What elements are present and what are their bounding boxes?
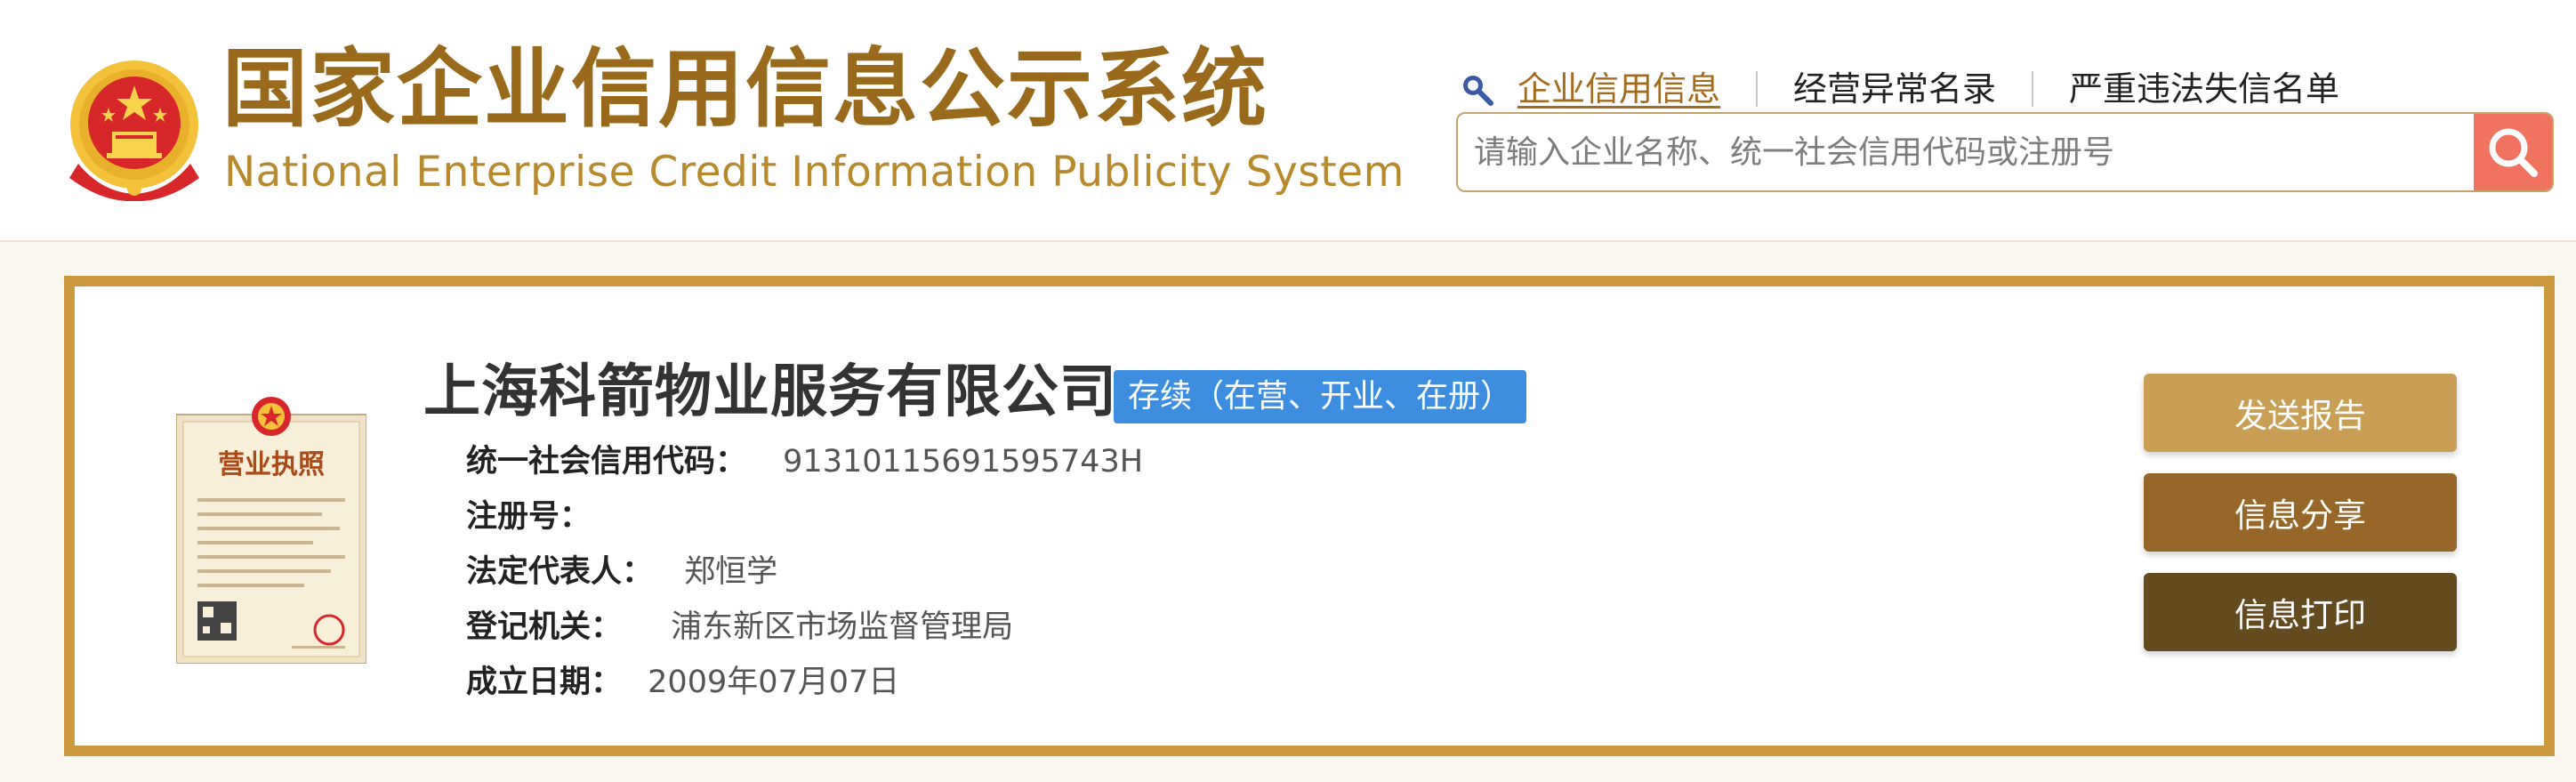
field-established: 成立日期： 2009年07月07日 (466, 667, 899, 698)
business-license-thumbnail[interactable]: 营业执照 (176, 393, 366, 664)
send-report-button[interactable]: 发送报告 (2144, 374, 2457, 452)
field-authority: 登记机关： 浦东新区市场监督管理局 (466, 612, 1013, 643)
field-established-label: 成立日期： (466, 665, 623, 700)
company-name: 上海科箭物业服务有限公司 (423, 359, 1117, 425)
nav-link-abnormal-list[interactable]: 经营异常名录 (1793, 72, 1996, 106)
magnifier-icon (1463, 76, 1493, 106)
nav-divider (2032, 71, 2034, 107)
status-badge: 存续（在营、开业、在册） (1114, 370, 1527, 423)
print-info-button[interactable]: 信息打印 (2144, 573, 2457, 651)
top-nav: 企业信用信息 经营异常名录 严重违法失信名单 (1459, 64, 2339, 114)
nav-link-dishonest-list[interactable]: 严重违法失信名单 (2069, 72, 2339, 106)
field-legal-rep: 法定代表人： 郑恒学 (466, 557, 777, 588)
field-authority-label: 登记机关： (466, 609, 623, 645)
field-credit-code-value: 91310115691595743H (783, 444, 1144, 480)
search-box (1456, 112, 2554, 192)
nav-link-enterprise-credit[interactable]: 企业信用信息 (1517, 72, 1720, 106)
site-title-cn: 国家企业信用信息公示系统 (222, 39, 1268, 139)
license-heading: 营业执照 (218, 449, 325, 480)
site-title-en: National Enterprise Credit Information P… (224, 148, 1405, 197)
field-reg-no-label: 注册号： (466, 499, 592, 535)
field-credit-code: 统一社会信用代码： 91310115691595743H (466, 447, 1143, 478)
field-legal-rep-value: 郑恒学 (684, 554, 778, 590)
site-header: 国家企业信用信息公示系统 National Enterprise Credit … (0, 0, 2576, 242)
field-credit-code-label: 统一社会信用代码： (466, 444, 747, 480)
field-reg-no: 注册号： (466, 502, 591, 533)
nav-divider (1756, 71, 1759, 107)
field-legal-rep-label: 法定代表人： (466, 554, 654, 590)
national-emblem-icon (69, 60, 199, 201)
company-card: 营业执照 上海科箭物业服务有限公司 存续（在营、开业、在册） 统一社会信用代码：… (64, 276, 2555, 756)
search-input[interactable] (1458, 114, 2477, 190)
search-icon (2489, 128, 2538, 177)
field-authority-value: 浦东新区市场监督管理局 (671, 609, 1014, 645)
search-button[interactable] (2474, 114, 2552, 190)
share-info-button[interactable]: 信息分享 (2144, 473, 2457, 552)
field-established-value: 2009年07月07日 (648, 665, 900, 700)
